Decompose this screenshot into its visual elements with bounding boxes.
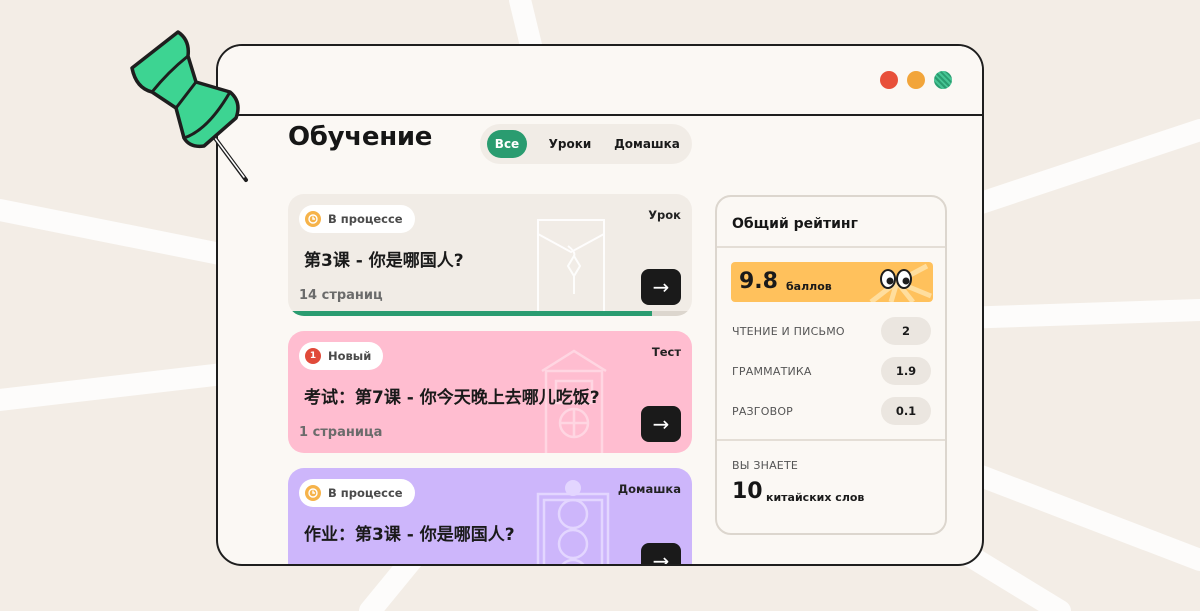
scroll-illustration-icon bbox=[537, 219, 605, 316]
score-unit: баллов bbox=[786, 280, 832, 293]
metric-value-speaking: 0.1 bbox=[881, 397, 931, 425]
eyes-icon bbox=[869, 263, 932, 302]
card-title: 考试：第7课 - 你今天晚上去哪儿吃饭? bbox=[304, 388, 600, 408]
arrow-right-icon: → bbox=[652, 412, 670, 436]
status-label: В процессе bbox=[328, 486, 403, 500]
clock-icon bbox=[305, 211, 321, 227]
filter-tab-lessons[interactable]: Уроки bbox=[540, 130, 600, 158]
open-card-button[interactable]: → bbox=[641, 406, 681, 442]
rating-title: Общий рейтинг bbox=[732, 216, 858, 232]
lesson-card[interactable]: В процессе Урок 第3课 - 你是哪国人? 14 страниц … bbox=[288, 194, 692, 316]
arrow-right-icon: → bbox=[652, 275, 670, 299]
close-window-button[interactable] bbox=[880, 71, 898, 89]
known-words-label: ВЫ ЗНАЕТЕ bbox=[732, 459, 799, 472]
metric-label-grammar: ГРАММАТИКА bbox=[732, 365, 812, 378]
divider bbox=[717, 439, 945, 441]
progress-bar bbox=[288, 311, 692, 316]
score-value: 9.8 bbox=[739, 269, 778, 294]
metric-label-reading-writing: ЧТЕНИЕ И ПИСЬМО bbox=[732, 325, 845, 338]
status-label: Новый bbox=[328, 349, 372, 363]
metric-value-reading-writing: 2 bbox=[881, 317, 931, 345]
test-card[interactable]: 1 Новый Тест 考试：第7课 - 你今天晚上去哪儿吃饭? 1 стра… bbox=[288, 331, 692, 453]
card-title: 第3课 - 你是哪国人? bbox=[304, 251, 464, 271]
metric-label-speaking: РАЗГОВОР bbox=[732, 405, 794, 418]
card-type-label: Урок bbox=[648, 208, 681, 222]
status-label: В процессе bbox=[328, 212, 403, 226]
clock-icon bbox=[305, 485, 321, 501]
card-type-label: Домашка bbox=[617, 482, 681, 496]
pushpin-icon bbox=[130, 30, 248, 182]
metric-value-grammar: 1.9 bbox=[881, 357, 931, 385]
overall-rating-panel: Общий рейтинг 9.8 баллов ЧТЕНИЕ И ПИСЬМО bbox=[715, 195, 947, 535]
new-count-badge: 1 bbox=[305, 348, 321, 364]
status-badge: В процессе bbox=[299, 205, 415, 233]
card-title: 作业：第3课 - 你是哪国人? bbox=[304, 525, 515, 545]
pattern-illustration-icon bbox=[536, 480, 610, 564]
card-page-count: 14 страниц bbox=[299, 288, 383, 303]
status-badge: 1 Новый bbox=[299, 342, 384, 370]
progress-fill bbox=[288, 311, 652, 316]
open-card-button[interactable]: → bbox=[641, 269, 681, 305]
filter-tab-all[interactable]: Все bbox=[487, 130, 527, 158]
filter-tabs: Все Уроки Домашка bbox=[480, 124, 692, 164]
score-box: 9.8 баллов bbox=[731, 262, 933, 302]
page-title: Обучение bbox=[288, 122, 433, 152]
maximize-window-button[interactable] bbox=[934, 71, 952, 89]
known-words-unit: китайских слов bbox=[766, 491, 865, 504]
arrow-right-icon: → bbox=[652, 549, 670, 566]
status-badge: В процессе bbox=[299, 479, 415, 507]
homework-card[interactable]: В процессе Домашка 作业：第3课 - 你是哪国人? → bbox=[288, 468, 692, 566]
card-type-label: Тест bbox=[651, 345, 681, 359]
divider bbox=[717, 246, 945, 248]
minimize-window-button[interactable] bbox=[907, 71, 925, 89]
card-page-count: 1 страница bbox=[299, 425, 383, 440]
window-titlebar bbox=[218, 46, 982, 116]
open-card-button[interactable]: → bbox=[641, 543, 681, 566]
known-words-count: 10 bbox=[732, 479, 763, 504]
filter-tab-homework[interactable]: Домашка bbox=[610, 130, 684, 158]
app-window: Обучение Все Уроки Домашка В процессе Ур… bbox=[216, 44, 984, 566]
